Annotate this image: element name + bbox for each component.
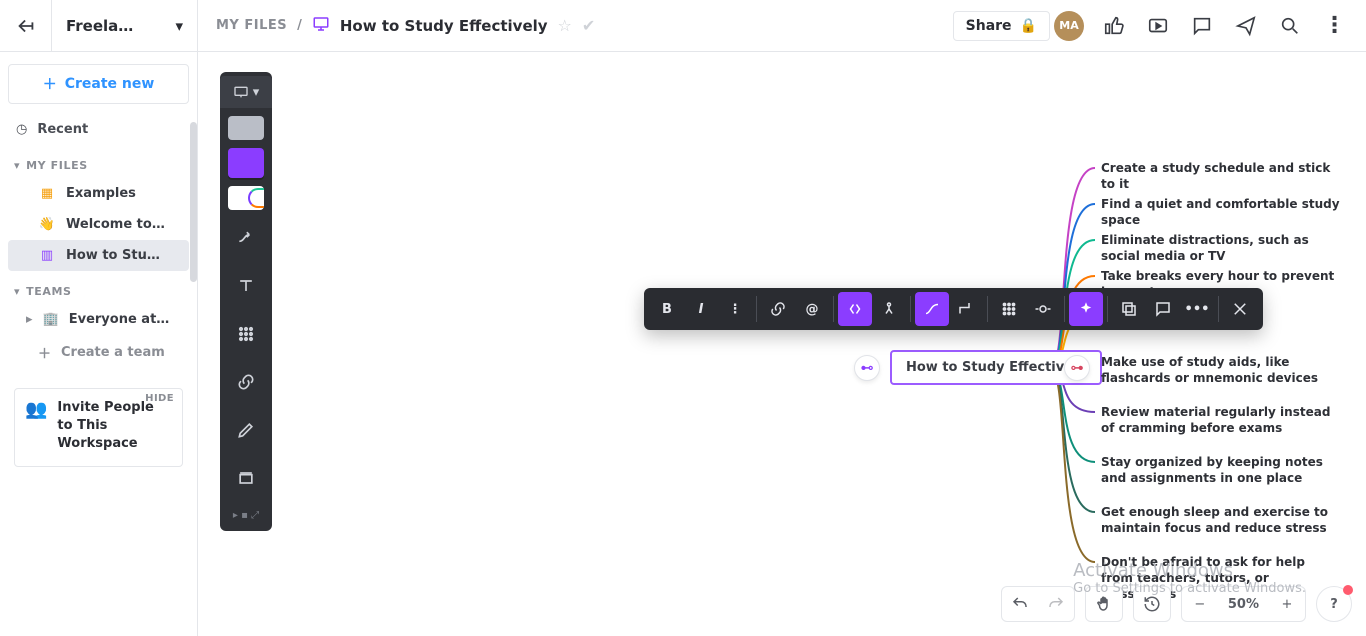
header-actions: Share 🔒 MA ⋮ — [953, 6, 1354, 46]
search-icon[interactable] — [1270, 6, 1310, 46]
page-title[interactable]: How to Study Effectively — [340, 17, 548, 35]
sidebar-section-myfiles[interactable]: ▾ MY FILES — [8, 145, 189, 178]
invite-people-icon: 👥 — [25, 399, 47, 454]
sidebar-team-everyone[interactable]: ▸ 🏢 Everyone at… — [8, 304, 189, 335]
canvas[interactable]: ▾ ▸ ▪ ⤢ How to Study Effectively ⊷ ⊶ Cre… — [198, 52, 1366, 636]
plus-icon: ＋ — [38, 343, 51, 362]
thumbs-up-icon[interactable] — [1094, 6, 1134, 46]
sidebar-scrollbar[interactable] — [190, 122, 197, 282]
collapse-button[interactable] — [838, 292, 872, 326]
mindmap-branch[interactable]: Make use of study aids, like flashcards … — [1101, 354, 1341, 386]
checkmark-icon[interactable]: ✔︎ — [582, 16, 595, 35]
top-header: Freela… ▾ MY FILES / How to Study Effect… — [0, 0, 1366, 52]
send-icon[interactable] — [1226, 6, 1266, 46]
ai-sparkle-button[interactable] — [1069, 292, 1103, 326]
hand-tool-button[interactable] — [1085, 586, 1123, 622]
history-button[interactable] — [1133, 586, 1171, 622]
sidebar-section-teams[interactable]: ▾ TEAMS — [8, 271, 189, 304]
sidebar-item-examples[interactable]: ▦ Examples — [8, 178, 189, 209]
breadcrumb-separator: / — [297, 18, 302, 33]
root-node-label: How to Study Effectively — [906, 360, 1086, 375]
sidebar-item-label: Examples — [66, 186, 136, 201]
create-team-label: Create a team — [61, 345, 165, 360]
help-button[interactable]: ? — [1316, 586, 1352, 622]
plus-icon: ＋ — [43, 74, 57, 94]
bottom-controls: − 50% + ? — [1001, 586, 1352, 622]
sidebar-item-welcome[interactable]: 👋 Welcome to… — [8, 209, 189, 240]
redo-button[interactable] — [1038, 587, 1074, 621]
building-icon: 🏢 — [43, 312, 59, 327]
chevron-right-icon: ▸ — [26, 312, 33, 327]
comment-button[interactable] — [1146, 292, 1180, 326]
sidebar-recent[interactable]: ◷ Recent — [8, 114, 189, 145]
link-button[interactable] — [761, 292, 795, 326]
create-new-button[interactable]: ＋ Create new — [8, 64, 189, 104]
grid-icon: ▦ — [38, 186, 56, 201]
lock-icon: 🔒 — [1020, 18, 1037, 34]
mention-button[interactable]: @ — [795, 292, 829, 326]
teams-label: TEAMS — [26, 285, 71, 298]
mindmap-branch[interactable]: Eliminate distractions, such as social m… — [1101, 232, 1341, 264]
format-toolbar: B I ⋮ @ ••• — [644, 288, 1263, 330]
create-team-button[interactable]: ＋ Create a team — [8, 335, 189, 370]
mindmap-branch[interactable]: Get enough sleep and exercise to maintai… — [1101, 504, 1341, 536]
sidebar-item-label: Welcome to… — [66, 217, 165, 232]
italic-button[interactable]: I — [684, 292, 718, 326]
focus-button[interactable] — [1026, 292, 1060, 326]
star-icon[interactable]: ☆ — [558, 16, 572, 35]
hide-button[interactable]: HIDE — [145, 393, 174, 404]
bold-button[interactable]: B — [650, 292, 684, 326]
mindmap-connectors — [198, 52, 1366, 636]
recent-label: Recent — [37, 122, 88, 137]
chevron-down-icon: ▾ — [175, 17, 183, 35]
sidebar: ＋ Create new ◷ Recent ▾ MY FILES ▦ Examp… — [0, 52, 198, 636]
comment-icon[interactable] — [1182, 6, 1222, 46]
zoom-out-button[interactable]: − — [1182, 587, 1218, 621]
slides-icon — [312, 15, 330, 37]
color-picker-button[interactable] — [992, 292, 1026, 326]
create-new-label: Create new — [65, 76, 155, 92]
mindmap-branch[interactable]: Stay organized by keeping notes and assi… — [1101, 454, 1341, 486]
breadcrumb-root[interactable]: MY FILES — [216, 18, 287, 33]
add-branch-right[interactable]: ⊶ — [1064, 355, 1090, 381]
chevron-down-icon: ▾ — [14, 159, 20, 172]
mindmap-branch[interactable]: Create a study schedule and stick to it — [1101, 160, 1341, 192]
add-branch-left[interactable]: ⊷ — [854, 355, 880, 381]
team-label: Everyone at… — [69, 312, 170, 327]
close-toolbar-button[interactable] — [1223, 292, 1257, 326]
present-icon[interactable] — [1138, 6, 1178, 46]
zoom-control: − 50% + — [1181, 586, 1306, 622]
curve-connector-button[interactable] — [915, 292, 949, 326]
mindmap-branch[interactable]: Find a quiet and comfortable study space — [1101, 196, 1341, 228]
undo-redo-group — [1001, 586, 1075, 622]
copy-button[interactable] — [1112, 292, 1146, 326]
sidebar-item-how-to-study[interactable]: ▥ How to Stu… — [8, 240, 189, 271]
workspace-switcher[interactable]: Freela… ▾ — [52, 0, 198, 52]
share-button[interactable]: Share 🔒 — [953, 11, 1050, 41]
invite-text: Invite People to This Workspace — [57, 399, 172, 454]
share-label: Share — [966, 18, 1012, 34]
clock-icon: ◷ — [16, 122, 27, 137]
workspace-name: Freela… — [66, 17, 133, 35]
breadcrumb: MY FILES / How to Study Effectively ☆ ✔︎ — [198, 15, 953, 37]
undo-button[interactable] — [1002, 587, 1038, 621]
sidebar-item-label: How to Stu… — [66, 248, 160, 263]
avatar[interactable]: MA — [1054, 11, 1084, 41]
back-button[interactable] — [0, 0, 52, 52]
zoom-in-button[interactable]: + — [1269, 587, 1305, 621]
zoom-level[interactable]: 50% — [1218, 597, 1269, 612]
more-options-button[interactable]: ••• — [1180, 292, 1214, 326]
branch-button[interactable] — [872, 292, 906, 326]
elbow-connector-button[interactable] — [949, 292, 983, 326]
more-icon[interactable]: ⋮ — [1314, 6, 1354, 46]
wave-icon: 👋 — [38, 217, 56, 232]
text-more-button[interactable]: ⋮ — [718, 292, 752, 326]
slides-icon: ▥ — [38, 248, 56, 263]
invite-card[interactable]: HIDE 👥 Invite People to This Workspace — [14, 388, 183, 467]
myfiles-label: MY FILES — [26, 159, 88, 172]
chevron-down-icon: ▾ — [14, 285, 20, 298]
mindmap-branch[interactable]: Review material regularly instead of cra… — [1101, 404, 1341, 436]
